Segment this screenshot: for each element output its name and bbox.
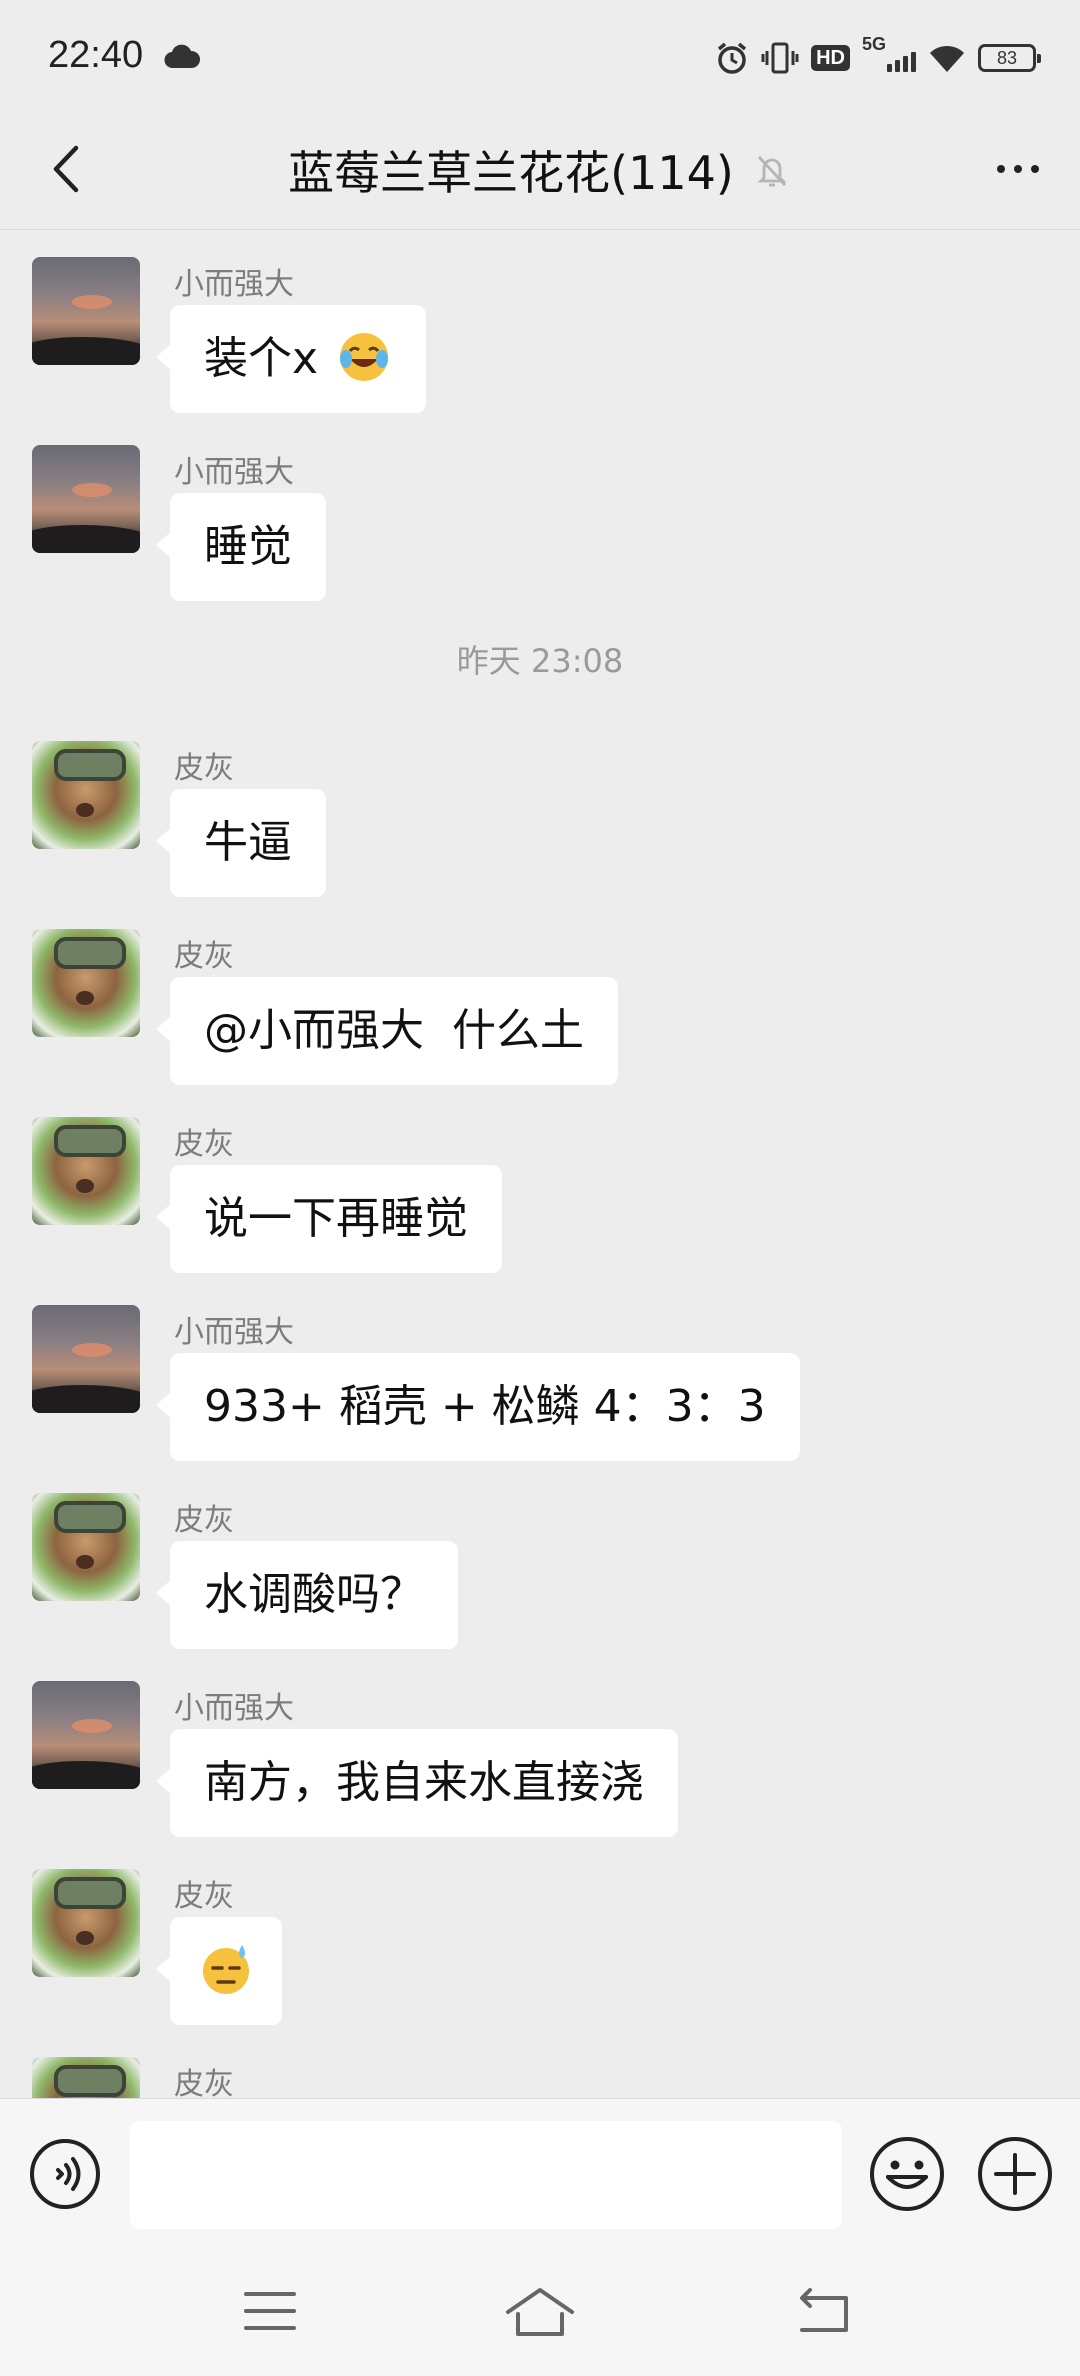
- message-text: 牛逼: [204, 817, 292, 868]
- avatar[interactable]: [32, 445, 140, 553]
- sender-name: 皮灰: [174, 1879, 234, 1914]
- bell-off-icon: [757, 156, 787, 187]
- message-row: 皮灰: [0, 2031, 1080, 2098]
- battery-icon: 83: [978, 44, 1041, 72]
- avatar[interactable]: [32, 929, 140, 1037]
- timestamp-text: 昨天 23:08: [456, 642, 624, 680]
- avatar[interactable]: [32, 1493, 140, 1601]
- sweat-face-emoji-icon: [203, 1945, 249, 1994]
- message-bubble[interactable]: 睡觉: [156, 493, 326, 601]
- avatar[interactable]: [32, 741, 140, 849]
- sender-name: 皮灰: [174, 751, 234, 786]
- message-bubble[interactable]: 南方，我自来水直接浇: [156, 1729, 678, 1837]
- status-icons: HD 5G 83: [715, 34, 1041, 78]
- message-text: 南方，我自来水直接浇: [204, 1757, 644, 1808]
- message-row: 小而强大 装个x: [0, 231, 1080, 419]
- sender-name: 皮灰: [174, 1503, 234, 1538]
- message-bubble[interactable]: [156, 1917, 282, 2025]
- avatar[interactable]: [32, 1117, 140, 1225]
- message-input[interactable]: [130, 2121, 842, 2229]
- avatar[interactable]: [32, 2057, 140, 2098]
- network-label: 5G: [862, 34, 887, 54]
- message-text: @小而强大 什么土: [204, 1005, 584, 1056]
- message-row: 皮灰 水调酸吗？: [0, 1467, 1080, 1655]
- smiley-icon[interactable]: [868, 2135, 946, 2213]
- wifi-icon: [930, 45, 964, 72]
- message-row: 小而强大 南方，我自来水直接浇: [0, 1655, 1080, 1843]
- avatar[interactable]: [32, 1305, 140, 1413]
- alarm-icon: [717, 42, 747, 74]
- message-text: 睡觉: [204, 521, 292, 572]
- sender-name: 小而强大: [174, 1691, 294, 1726]
- cloud-icon: [164, 44, 200, 69]
- avatar[interactable]: [32, 1681, 140, 1789]
- message-bubble[interactable]: 933+ 稻壳 + 松鳞 4：3：3: [156, 1353, 800, 1461]
- avatar[interactable]: [32, 257, 140, 365]
- sender-name: 小而强大: [174, 267, 294, 302]
- message-row: 皮灰: [0, 1843, 1080, 2031]
- message-bubble[interactable]: 装个x: [155, 305, 427, 413]
- message-bubble[interactable]: @小而强大 什么土: [156, 977, 618, 1085]
- plus-icon[interactable]: [976, 2135, 1054, 2213]
- vibrate-icon: [761, 42, 799, 74]
- message-bubble[interactable]: 说一下再睡觉: [156, 1165, 502, 1273]
- more-button[interactable]: [988, 144, 1048, 194]
- message-text: 933+ 稻壳 + 松鳞 4：3：3: [204, 1381, 766, 1432]
- message-row: 皮灰 牛逼: [0, 715, 1080, 903]
- hd-badge: HD: [811, 45, 850, 71]
- message-text: 水调酸吗？: [204, 1569, 424, 1620]
- message-row: 小而强大 睡觉: [0, 419, 1080, 607]
- chat-screen: 22:40 HD 5G 83 蓝莓兰草兰花花(114) 小而强大 装个x 小而强…: [0, 0, 1080, 2376]
- message-row: 皮灰 说一下再睡觉: [0, 1091, 1080, 1279]
- status-time: 22:40: [48, 34, 144, 76]
- home-icon[interactable]: [500, 2278, 580, 2344]
- message-list[interactable]: 小而强大 装个x 小而强大 睡觉 昨天 23:08 皮灰 牛逼 皮灰 @小而强大…: [0, 231, 1080, 2098]
- message-bubble[interactable]: 水调酸吗？: [156, 1541, 458, 1649]
- chat-header: 蓝莓兰草兰花花(114): [0, 110, 1080, 230]
- sender-name: 小而强大: [174, 455, 294, 490]
- voice-icon[interactable]: [28, 2137, 102, 2211]
- sender-name: 皮灰: [174, 939, 234, 974]
- sender-name: 小而强大: [174, 1315, 294, 1350]
- chat-title: 蓝莓兰草兰花花(114): [288, 146, 734, 200]
- more-dots-icon: [997, 165, 1005, 173]
- time-divider: 昨天 23:08: [0, 607, 1080, 715]
- laughing-emoji-icon: [340, 333, 389, 381]
- signal-icon: 5G: [862, 34, 916, 78]
- battery-level: 83: [996, 47, 1018, 68]
- message-row: 皮灰 @小而强大 什么土: [0, 903, 1080, 1091]
- sender-name: 皮灰: [174, 2067, 234, 2098]
- message-text: 说一下再睡觉: [204, 1193, 468, 1244]
- message-bubble[interactable]: 牛逼: [156, 789, 326, 897]
- menu-icon[interactable]: [230, 2278, 310, 2344]
- title-area: 蓝莓兰草兰花花(114): [0, 110, 1080, 230]
- message-row: 小而强大 933+ 稻壳 + 松鳞 4：3：3: [0, 1279, 1080, 1467]
- back-icon[interactable]: [782, 2278, 862, 2344]
- status-bar: 22:40 HD 5G 83: [0, 0, 1080, 110]
- system-nav-bar: [0, 2248, 1080, 2376]
- avatar[interactable]: [32, 1869, 140, 1977]
- sender-name: 皮灰: [174, 1127, 234, 1162]
- input-bar: [0, 2098, 1080, 2248]
- message-text: 装个x: [204, 333, 319, 384]
